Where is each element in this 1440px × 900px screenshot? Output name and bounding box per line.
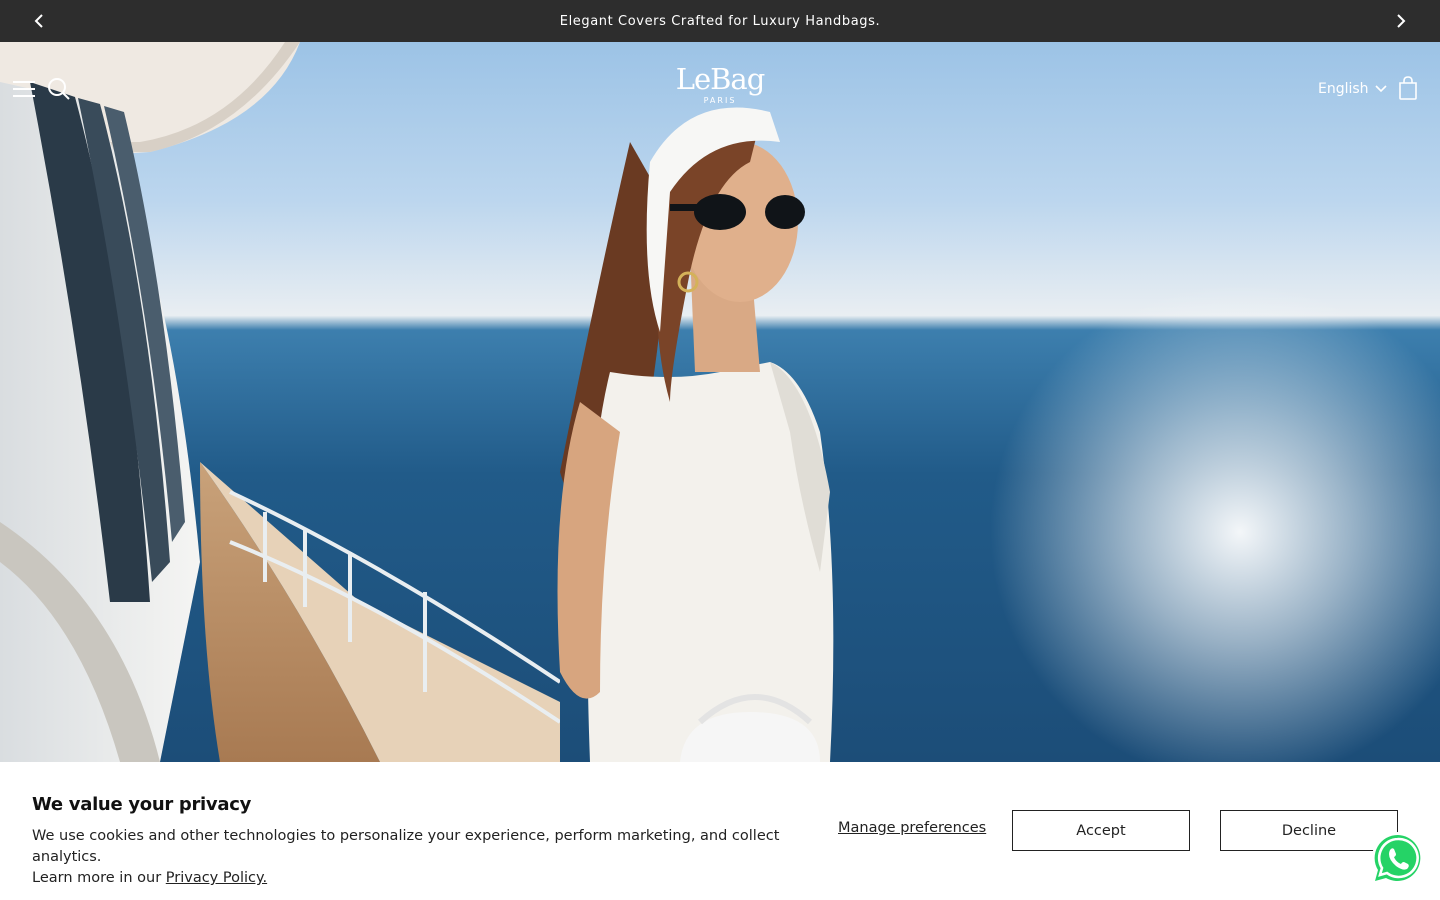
cookie-title: We value your privacy <box>32 794 251 815</box>
chevron-left-icon <box>34 14 43 28</box>
announcement-next-button[interactable] <box>1388 8 1414 34</box>
cookie-text-line2: Learn more in our <box>32 870 166 886</box>
brand-logo[interactable]: LeBag PARIS <box>660 62 780 116</box>
menu-button[interactable] <box>10 76 38 102</box>
model-illustration <box>557 107 834 762</box>
sun-glare <box>980 272 1440 762</box>
announcement-bar: Elegant Covers Crafted for Luxury Handba… <box>0 0 1440 42</box>
search-button[interactable] <box>44 74 74 104</box>
announcement-prev-button[interactable] <box>26 8 52 34</box>
search-icon <box>48 78 70 100</box>
shopping-bag-icon <box>1399 76 1417 100</box>
yacht-illustration <box>0 42 560 762</box>
cookie-text-line1: We use cookies and other technologies to… <box>32 828 780 865</box>
whatsapp-chat-button[interactable] <box>1370 830 1426 886</box>
privacy-policy-link[interactable]: Privacy Policy. <box>166 870 267 886</box>
cart-button[interactable] <box>1396 74 1420 102</box>
logo-wordmark: LeBag <box>675 62 766 96</box>
announcement-text: Elegant Covers Crafted for Luxury Handba… <box>559 13 881 29</box>
manage-preferences-link[interactable]: Manage preferences <box>838 820 986 836</box>
logo-subtitle: PARIS <box>703 96 737 105</box>
chevron-down-icon <box>1374 85 1387 93</box>
accept-button[interactable]: Accept <box>1012 810 1190 851</box>
language-label: English <box>1318 81 1369 97</box>
hero-banner[interactable]: LeBag PARIS English <box>0 42 1440 762</box>
cookie-description: We use cookies and other technologies to… <box>32 826 792 889</box>
whatsapp-icon <box>1372 832 1424 884</box>
hamburger-menu-icon <box>13 81 35 97</box>
language-selector[interactable]: English <box>1318 78 1387 100</box>
chevron-right-icon <box>1397 14 1406 28</box>
